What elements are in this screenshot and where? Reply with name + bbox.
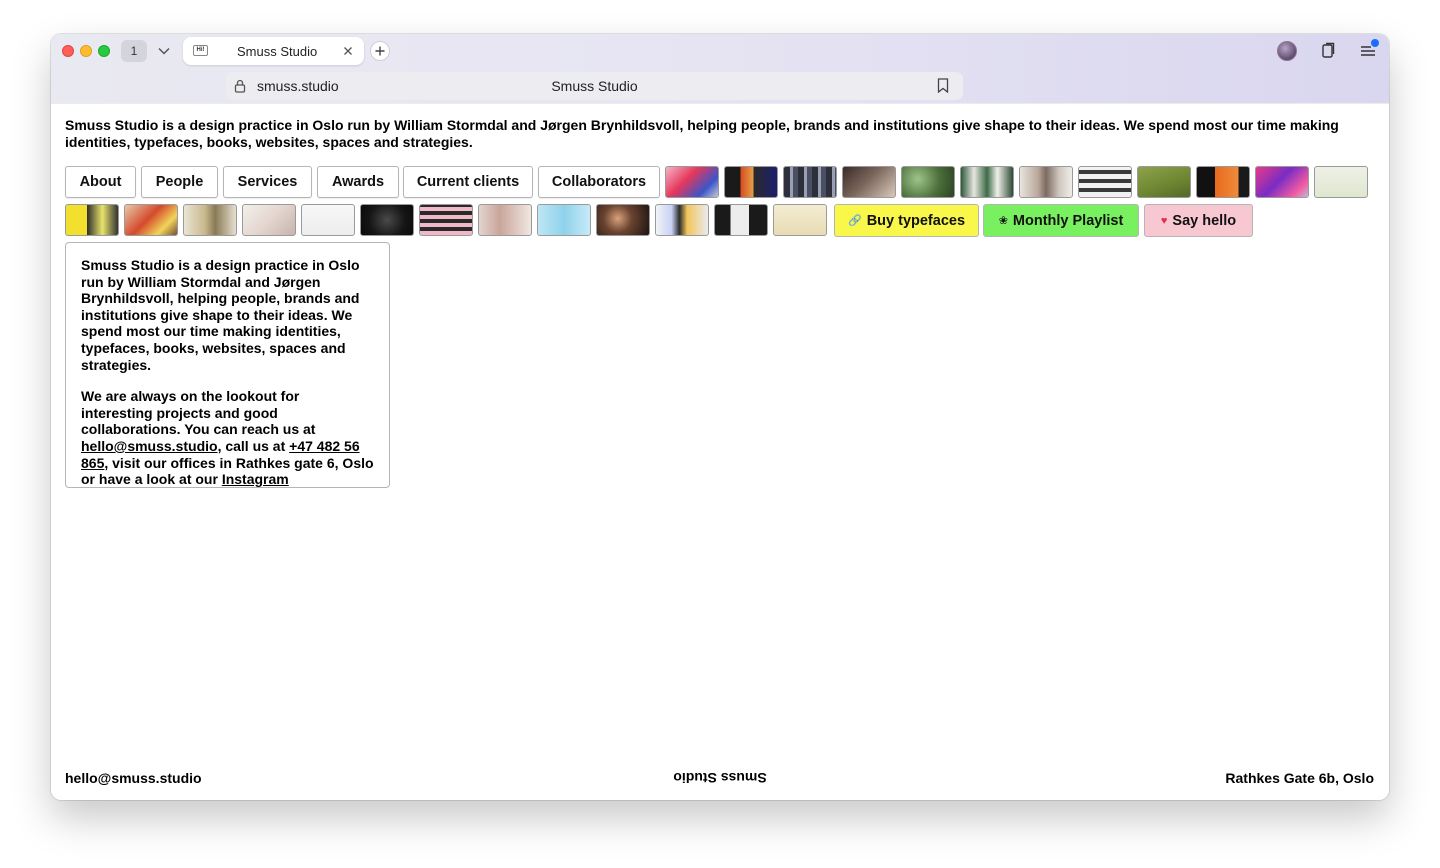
project-thumbnail[interactable] xyxy=(124,204,178,236)
project-thumbnail[interactable] xyxy=(183,204,237,236)
new-tab-button[interactable] xyxy=(370,41,390,61)
project-thumbnail[interactable] xyxy=(842,166,896,198)
project-thumbnail[interactable] xyxy=(960,166,1014,198)
project-thumbnail[interactable] xyxy=(360,204,414,236)
flower-icon: ❀ xyxy=(998,215,1008,227)
footer-address: Rathkes Gate 6b, Oslo xyxy=(1225,770,1374,786)
tab-overview-icon[interactable] xyxy=(1319,42,1337,60)
project-thumbnail[interactable] xyxy=(773,204,827,236)
page-content: Smuss Studio is a design practice in Osl… xyxy=(51,104,1389,800)
contact-text: , call us at xyxy=(217,437,290,454)
project-thumbnail[interactable] xyxy=(478,204,532,236)
project-thumbnail[interactable] xyxy=(1196,166,1250,198)
contact-paragraph: We are always on the lookout for interes… xyxy=(81,388,374,488)
project-thumbnail[interactable] xyxy=(665,166,719,198)
project-thumbnail[interactable] xyxy=(655,204,709,236)
heart-icon: ♥ xyxy=(1160,214,1168,227)
about-panel: Smuss Studio is a design practice in Osl… xyxy=(65,242,390,488)
browser-window: 1 Hi! Smuss Studio smuss.studio Smuss St… xyxy=(51,34,1389,800)
project-thumbnail[interactable] xyxy=(1137,166,1191,198)
nav-collaborators-button[interactable]: Collaborators xyxy=(538,166,660,198)
project-thumbnail[interactable] xyxy=(419,204,473,236)
minimize-window-button[interactable] xyxy=(80,45,92,57)
favicon-icon: Hi! xyxy=(193,45,208,56)
project-thumbnail[interactable] xyxy=(1314,166,1368,198)
address-bar[interactable]: smuss.studio Smuss Studio xyxy=(226,72,963,100)
project-thumbnail[interactable] xyxy=(596,204,650,236)
link-icon: 🔗 xyxy=(847,215,862,227)
project-thumbnail[interactable] xyxy=(724,166,778,198)
nav-about-button[interactable]: About xyxy=(65,166,136,198)
project-thumbnail[interactable] xyxy=(714,204,768,236)
project-thumbnail[interactable] xyxy=(242,204,296,236)
about-paragraph: Smuss Studio is a design practice in Osl… xyxy=(81,257,360,373)
contact-text: We are always on the lookout for interes… xyxy=(81,388,316,438)
project-thumbnail[interactable] xyxy=(301,204,355,236)
browser-toolbar: 1 Hi! Smuss Studio smuss.studio Smuss St… xyxy=(51,34,1389,104)
browser-tab[interactable]: Hi! Smuss Studio xyxy=(183,37,364,65)
monthly-playlist-label: Monthly Playlist xyxy=(1012,212,1124,229)
project-thumbnail[interactable] xyxy=(901,166,955,198)
project-thumbnail[interactable] xyxy=(783,166,837,198)
say-hello-label: Say hello xyxy=(1172,212,1237,229)
project-thumbnail[interactable] xyxy=(537,204,591,236)
email-link[interactable]: hello@smuss.studio xyxy=(81,438,218,454)
nav-awards-button[interactable]: Awards xyxy=(317,166,399,198)
intro-text: Smuss Studio is a design practice in Osl… xyxy=(65,117,1339,150)
project-thumbnail[interactable] xyxy=(1078,166,1132,198)
nav-current-clients-button[interactable]: Current clients xyxy=(403,166,533,198)
maximize-window-button[interactable] xyxy=(98,45,110,57)
project-thumbnail[interactable] xyxy=(1255,166,1309,198)
project-thumbnail[interactable] xyxy=(65,204,119,236)
instagram-link[interactable]: Instagram xyxy=(222,471,289,487)
bookmark-icon[interactable] xyxy=(937,78,949,94)
plus-icon xyxy=(375,46,385,56)
buy-typefaces-button[interactable]: 🔗 Buy typefaces xyxy=(834,204,979,237)
address-page-title: Smuss Studio xyxy=(551,78,638,94)
profile-avatar[interactable] xyxy=(1277,41,1297,61)
nav-people-button[interactable]: People xyxy=(141,166,218,198)
tab-count-button[interactable]: 1 xyxy=(121,40,147,62)
project-thumbnail[interactable] xyxy=(1019,166,1073,198)
menu-icon[interactable] xyxy=(1359,39,1379,60)
close-window-button[interactable] xyxy=(62,45,74,57)
close-tab-icon[interactable] xyxy=(342,44,354,56)
chevron-down-icon[interactable] xyxy=(155,41,173,61)
buy-typefaces-label: Buy typefaces xyxy=(866,212,966,229)
nav-services-button[interactable]: Services xyxy=(223,166,312,198)
tab-title: Smuss Studio xyxy=(237,44,318,59)
say-hello-button[interactable]: ♥ Say hello xyxy=(1144,204,1253,237)
notification-dot xyxy=(1371,39,1379,47)
monthly-playlist-button[interactable]: ❀ Monthly Playlist xyxy=(983,204,1139,237)
footer-studio-name: Smuss Studio xyxy=(673,770,767,786)
